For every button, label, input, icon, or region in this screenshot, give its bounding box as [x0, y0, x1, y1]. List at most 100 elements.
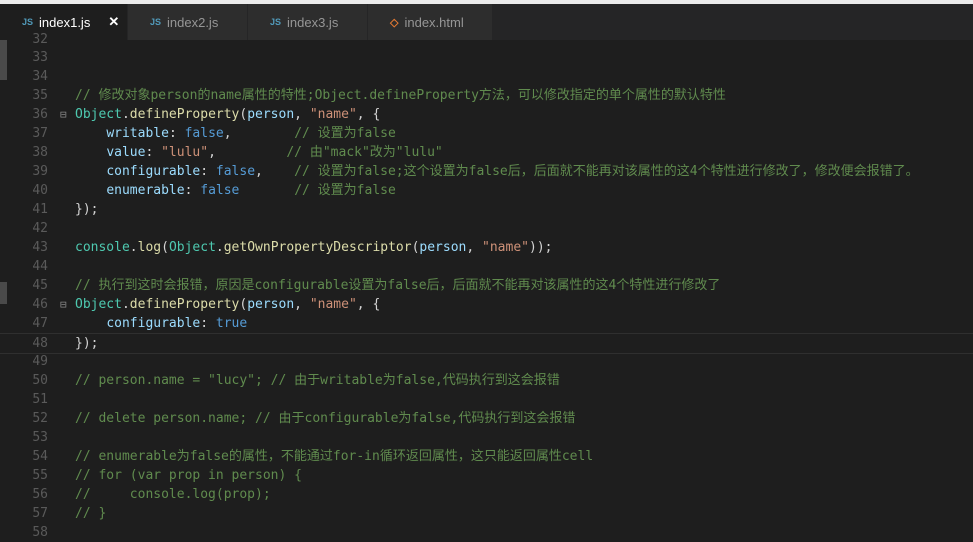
code-line: 54 // enumerable为false的属性，不能通过for-in循环返回属… [0, 447, 973, 466]
code-line: 51 [0, 390, 973, 409]
code-token: . [215, 240, 224, 255]
close-icon[interactable]: ✕ [108, 14, 119, 30]
code-token: true [215, 316, 248, 331]
code-token: . [121, 297, 130, 312]
tab-label: index1.js [39, 14, 91, 30]
line-number: 42 [32, 221, 48, 236]
line-number: 35 [32, 88, 48, 103]
code-token: : [200, 316, 216, 331]
code-text: }); [75, 200, 98, 219]
code-line: 44 [0, 257, 973, 276]
code-line: 58 [0, 523, 973, 542]
code-token: , [255, 164, 295, 179]
code-token: : [168, 126, 185, 141]
code-line: 57 // } [0, 504, 973, 523]
code-token: Object [75, 297, 122, 312]
line-number: 56 [32, 487, 48, 502]
line-number: 48 [32, 336, 48, 351]
code-line: 48}); [0, 333, 973, 354]
code-token: . [129, 240, 138, 255]
code-token: // for (var prop in person) { [75, 468, 302, 483]
tab-label: index3.js [287, 14, 339, 30]
line-number: 51 [32, 392, 48, 407]
code-token: // enumerable为false的属性，不能通过for-in循环返回属性，… [75, 449, 594, 464]
line-number: 34 [32, 69, 48, 84]
code-token: "name" [482, 240, 529, 255]
code-token: // console.log(prop); [75, 487, 271, 502]
line-number: 57 [32, 506, 48, 521]
code-line: 35 // 修改对象person的name属性的特性;Object.defineP… [0, 86, 973, 105]
code-token: false [200, 183, 240, 198]
code-line-partial: 32 [32, 32, 48, 47]
code-token: , [294, 107, 310, 122]
line-number: 45 [32, 278, 48, 293]
line-number: 55 [32, 468, 48, 483]
code-editor[interactable]: 32 33 34 35 // 修改对象person的name属性的特性;Object.… [0, 32, 973, 540]
code-text: configurable: false, // 设置为false;这个设置为fa… [75, 162, 918, 181]
code-line: 52 // delete person.name; // 由于configurab… [0, 409, 973, 428]
code-token: // 修改对象person的name属性的特性;Object.definePro… [75, 88, 726, 103]
code-token: value [106, 145, 146, 160]
line-number: 36 [32, 107, 48, 122]
line-number: 50 [32, 373, 48, 388]
line-number: 40 [32, 183, 48, 198]
code-line: 42 [0, 219, 973, 238]
code-line: 53 [0, 428, 973, 447]
line-number: 53 [32, 430, 48, 445]
line-number: 49 [32, 354, 48, 369]
code-token: console [75, 240, 130, 255]
code-token: // 设置为false [294, 126, 396, 141]
code-token: : [145, 145, 162, 160]
fold-toggle-icon[interactable]: ⊟ [60, 295, 67, 314]
js-file-icon: JS [150, 17, 162, 27]
code-token: , { [356, 297, 381, 312]
code-token: // } [75, 506, 107, 521]
code-text: // console.log(prop); [75, 485, 271, 504]
code-line: 46 ⊟ Object.defineProperty(person, "name",… [0, 295, 973, 314]
code-text: // 执行到这时会报错，原因是configurable设置为false后，后面就… [75, 276, 720, 295]
code-text: // } [75, 504, 106, 523]
fold-toggle-icon[interactable]: ⊟ [60, 105, 67, 124]
code-text: // enumerable为false的属性，不能通过for-in循环返回属性，… [75, 447, 593, 466]
line-number: 38 [32, 145, 48, 160]
line-number: 41 [32, 202, 48, 217]
code-line: 43 console.log(Object.getOwnPropertyDescr… [0, 238, 973, 257]
code-token: false [215, 164, 256, 179]
code-line: 41}); [0, 200, 973, 219]
code-line: 36 ⊟ Object.defineProperty(person, "name",… [0, 105, 973, 124]
code-token: , [466, 240, 483, 255]
code-token: defineProperty [129, 297, 240, 312]
code-token: // 执行到这时会报错，原因是configurable设置为false后，后面就… [75, 278, 721, 293]
code-token: , [223, 126, 295, 141]
code-text: writable: false, // 设置为false [75, 124, 396, 143]
line-number: 47 [32, 316, 48, 331]
line-number: 54 [32, 449, 48, 464]
code-token: defineProperty [129, 107, 240, 122]
code-token: // person.name = "lucy"; // 由于writable为f… [75, 373, 560, 388]
code-token: // 设置为false [294, 183, 396, 198]
code-token: "name" [309, 297, 357, 312]
code-token: configurable [106, 316, 201, 331]
code-text: // delete person.name; // 由于configurable… [75, 409, 575, 428]
code-token: // delete person.name; // 由于configurable… [75, 411, 576, 426]
code-token: getOwnPropertyDescriptor [223, 240, 412, 255]
tab-label: index.html [404, 14, 464, 30]
code-token: false [184, 126, 224, 141]
code-token: // 由"mack"改为"lulu" [286, 145, 443, 160]
code-token: , { [356, 107, 381, 122]
code-token: ( [161, 240, 169, 255]
code-token: : [184, 183, 201, 198]
code-text: configurable: true [75, 314, 247, 333]
code-line: 56 // console.log(prop); [0, 485, 973, 504]
code-token: "lulu" [161, 145, 209, 160]
code-token: : [200, 164, 216, 179]
code-text: Object.defineProperty(person, "name", { [75, 105, 380, 124]
code-line: 40 enumerable: false // 设置为false [0, 181, 973, 200]
code-text: // person.name = "lucy"; // 由于writable为f… [75, 371, 560, 390]
